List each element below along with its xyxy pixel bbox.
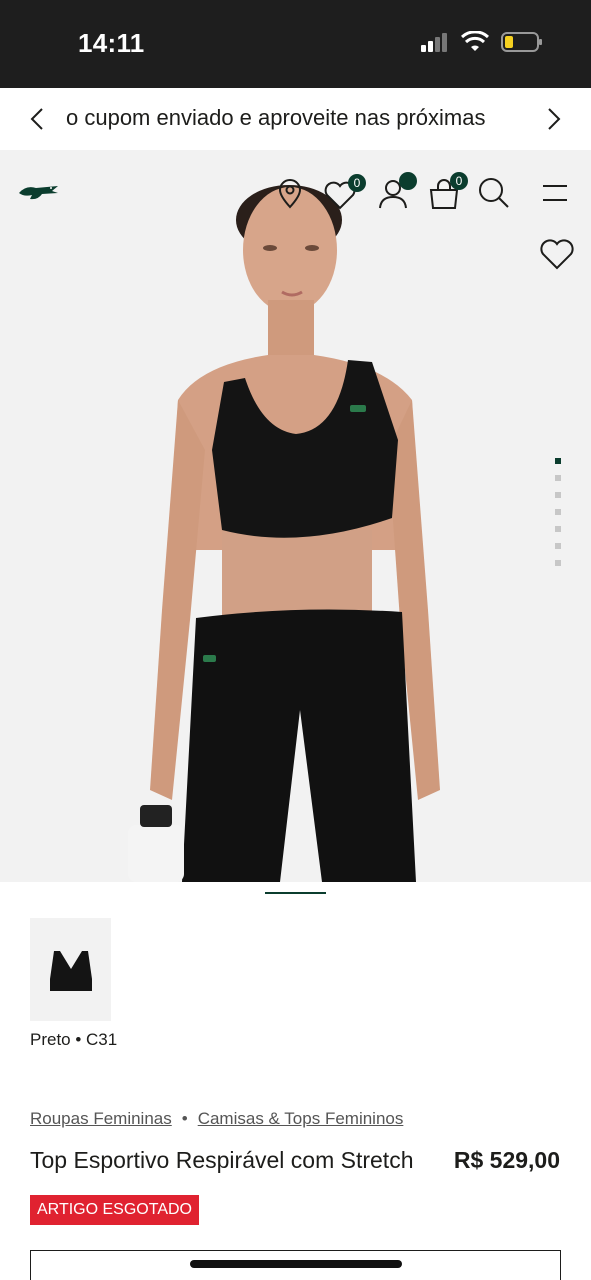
promo-next-button[interactable] [539, 104, 569, 134]
account-button[interactable] [378, 172, 420, 210]
breadcrumb-shirts-tops[interactable]: Camisas & Tops Femininos [198, 1109, 404, 1129]
image-dot-3[interactable] [555, 492, 561, 498]
image-pagination-dots [555, 458, 561, 566]
status-bar: 14:11 [0, 0, 591, 88]
add-to-wishlist-heart-icon[interactable] [539, 238, 575, 270]
color-label: Preto • C31 [30, 1030, 118, 1049]
back-chevron-icon [30, 108, 43, 130]
battery-icon [501, 32, 542, 52]
wifi-icon [461, 31, 489, 51]
promo-banner: o cupom enviado e aproveite nas próximas [0, 88, 591, 150]
image-dot-2[interactable] [555, 475, 561, 481]
crocodile-logo[interactable] [18, 180, 60, 202]
color-swatch[interactable] [30, 918, 111, 1021]
promo-text[interactable]: o cupom enviado e aproveite nas próximas [66, 105, 522, 131]
cart-button[interactable]: 0 [428, 172, 470, 210]
menu-icon[interactable] [543, 184, 567, 202]
image-dot-6[interactable] [555, 543, 561, 549]
account-status-dot [399, 172, 417, 190]
product-price: R$ 529,00 [453, 1147, 560, 1173]
status-time: 14:11 [78, 28, 145, 58]
breadcrumb: Roupas Femininas • Camisas & Tops Femini… [30, 1109, 403, 1129]
signal-icon [421, 33, 447, 52]
home-indicator [190, 1260, 402, 1268]
wishlist-count-badge: 0 [348, 174, 366, 192]
cart-count-badge: 0 [450, 172, 468, 190]
promo-prev-button[interactable] [22, 104, 52, 134]
image-dot-7[interactable] [555, 560, 561, 566]
image-dot-1[interactable] [555, 458, 561, 464]
image-dot-5[interactable] [555, 526, 561, 532]
forward-chevron-icon [548, 108, 561, 130]
wishlist-button[interactable]: 0 [324, 174, 368, 210]
status-icons [421, 31, 543, 53]
image-dot-4[interactable] [555, 509, 561, 515]
breadcrumb-womens-clothing[interactable]: Roupas Femininas [30, 1109, 172, 1129]
product-hero[interactable]: 0 0 [0, 150, 591, 882]
sold-out-badge: ARTIGO ESGOTADO [30, 1195, 199, 1225]
search-icon[interactable] [478, 177, 510, 209]
location-icon[interactable] [278, 179, 302, 209]
breadcrumb-separator: • [181, 1109, 188, 1128]
sports-bra-thumbnail [49, 949, 92, 991]
carousel-indicator [265, 892, 326, 894]
product-title: Top Esportivo Respirável com Stretch [30, 1147, 414, 1173]
product-photo [128, 185, 440, 882]
